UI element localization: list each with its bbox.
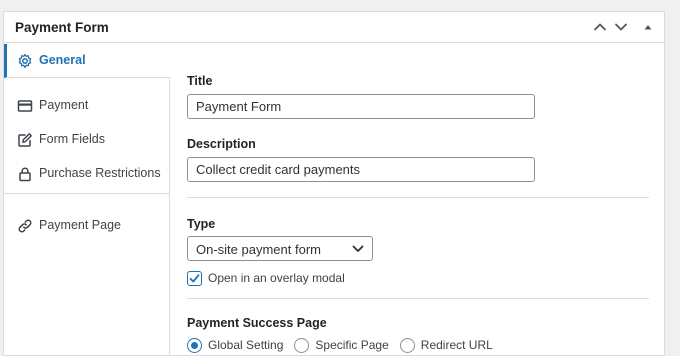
edit-icon <box>18 133 32 147</box>
chevron-down-icon <box>352 245 364 252</box>
overlay-modal-label: Open in an overlay modal <box>208 271 345 285</box>
payment-success-label: Payment Success Page <box>187 316 327 330</box>
tab-form-fields[interactable]: Form Fields <box>4 123 170 157</box>
sidebar: General Payment Form Fields Purchase Res… <box>4 44 170 355</box>
title-input[interactable] <box>187 94 535 119</box>
radio-redirect-url-label: Redirect URL <box>420 338 493 352</box>
payment-success-options: Global Setting Specific Page Redirect UR… <box>187 336 504 354</box>
tab-payment-label: Payment <box>39 98 89 112</box>
type-select[interactable]: On-site payment form <box>187 236 373 261</box>
tab-payment-page[interactable]: Payment Page <box>4 209 170 243</box>
tab-payment-page-label: Payment Page <box>39 218 121 232</box>
move-up-icon[interactable] <box>591 18 609 36</box>
radio-global-setting-control[interactable] <box>187 337 202 353</box>
general-settings: Title Description Type On-site payment f… <box>171 44 664 355</box>
tab-general-label: General <box>39 53 86 67</box>
radio-specific-page-label: Specific Page <box>315 338 389 352</box>
tab-purchase-restrictions[interactable]: Purchase Restrictions <box>4 157 170 194</box>
tab-form-fields-label: Form Fields <box>39 132 105 146</box>
radio-global-setting-label: Global Setting <box>208 338 284 352</box>
radio-redirect-url-control[interactable] <box>399 337 415 353</box>
tab-general[interactable]: General <box>4 44 170 78</box>
lock-icon <box>19 167 31 182</box>
radio-redirect-url[interactable]: Redirect URL <box>399 337 493 353</box>
panel-title: Payment Form <box>15 20 109 35</box>
toggle-panel-icon[interactable] <box>639 18 657 36</box>
radio-global-setting[interactable]: Global Setting <box>187 337 284 353</box>
payment-form-panel: Payment Form General Payment Form Fields… <box>3 11 665 356</box>
move-down-icon[interactable] <box>612 18 630 36</box>
type-label: Type <box>187 217 216 231</box>
credit-card-icon <box>17 100 33 112</box>
description-input[interactable] <box>187 157 535 182</box>
checkmark-icon <box>189 273 200 282</box>
description-label: Description <box>187 137 256 151</box>
overlay-modal-option: Open in an overlay modal <box>187 269 345 287</box>
link-icon <box>18 219 32 233</box>
title-label: Title <box>187 74 213 88</box>
type-select-value: On-site payment form <box>196 242 321 257</box>
tab-payment[interactable]: Payment <box>4 89 170 123</box>
radio-specific-page[interactable]: Specific Page <box>294 337 389 353</box>
overlay-modal-checkbox[interactable] <box>187 270 202 286</box>
section-divider <box>187 298 649 299</box>
tab-purchase-restrictions-label: Purchase Restrictions <box>39 166 161 180</box>
radio-specific-page-control[interactable] <box>294 337 310 353</box>
panel-header: Payment Form <box>4 12 664 43</box>
section-divider <box>187 197 649 198</box>
gear-icon <box>18 53 32 69</box>
